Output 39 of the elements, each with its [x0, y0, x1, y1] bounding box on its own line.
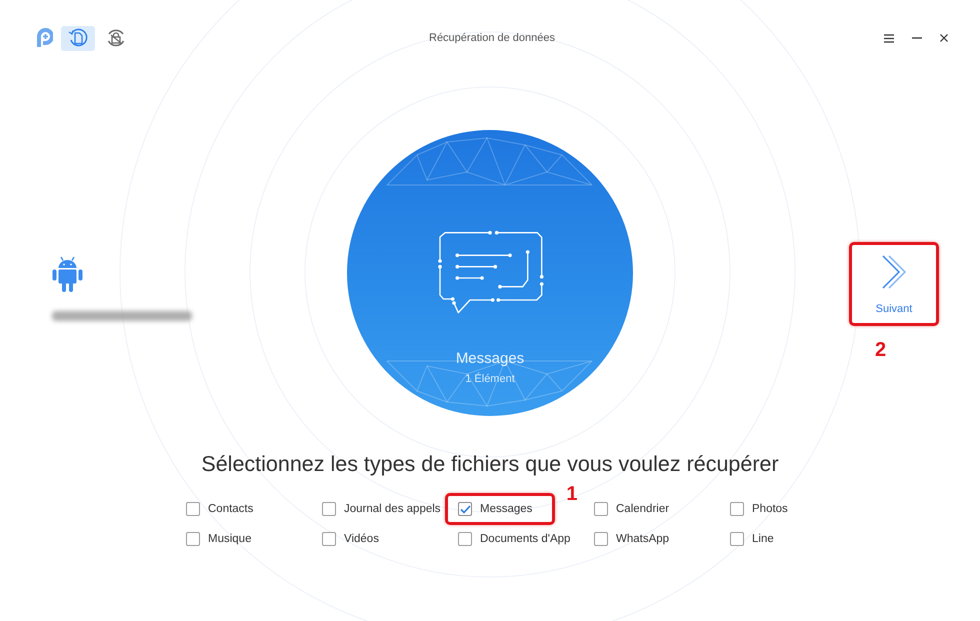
file-type-label: Photos [752, 503, 788, 515]
file-type-label: Line [752, 533, 774, 545]
file-type-label: Journal des appels [344, 503, 441, 515]
double-chevron-icon [881, 255, 907, 289]
checkbox[interactable] [458, 532, 472, 546]
checkbox[interactable] [186, 502, 200, 516]
chat-bubble-icon [436, 230, 544, 314]
file-type-label: Contacts [208, 503, 254, 515]
checkbox[interactable] [458, 502, 472, 516]
step-number: 1 [566, 484, 578, 504]
item-count: 1 Élément [465, 373, 515, 385]
next-button[interactable]: Suivant [852, 245, 936, 323]
checkbox[interactable] [322, 532, 336, 546]
window-title: Récupération de données [429, 32, 555, 44]
android-icon [52, 255, 83, 293]
checkbox[interactable] [730, 502, 744, 516]
file-type-label: WhatsApp [616, 533, 670, 545]
instruction-heading: Sélectionnez les types de fichiers que vous voulez récupérer [200, 452, 780, 477]
checkbox[interactable] [594, 532, 608, 546]
document-refresh-icon [68, 28, 88, 48]
category-title: Messages [456, 350, 524, 367]
file-type-label: Documents d'App [480, 533, 570, 545]
lock-circle-icon [106, 28, 126, 48]
checkmark-icon [460, 504, 470, 514]
mode-tab[interactable] [106, 28, 126, 48]
step-number: 2 [875, 340, 886, 360]
file-type-label: Messages [480, 503, 532, 515]
checkbox[interactable] [186, 532, 200, 546]
checkbox[interactable] [322, 502, 336, 516]
mode-tab[interactable] [61, 26, 95, 50]
checkbox[interactable] [730, 532, 744, 546]
file-type-label: Vidéos [344, 533, 379, 545]
app-logo-icon [36, 28, 53, 48]
close-icon[interactable] [940, 34, 948, 42]
checkbox[interactable] [594, 502, 608, 516]
menu-icon[interactable] [884, 34, 894, 42]
minimize-icon[interactable] [912, 37, 922, 39]
file-type-label: Musique [208, 533, 252, 545]
file-type-label: Calendrier [616, 503, 670, 515]
